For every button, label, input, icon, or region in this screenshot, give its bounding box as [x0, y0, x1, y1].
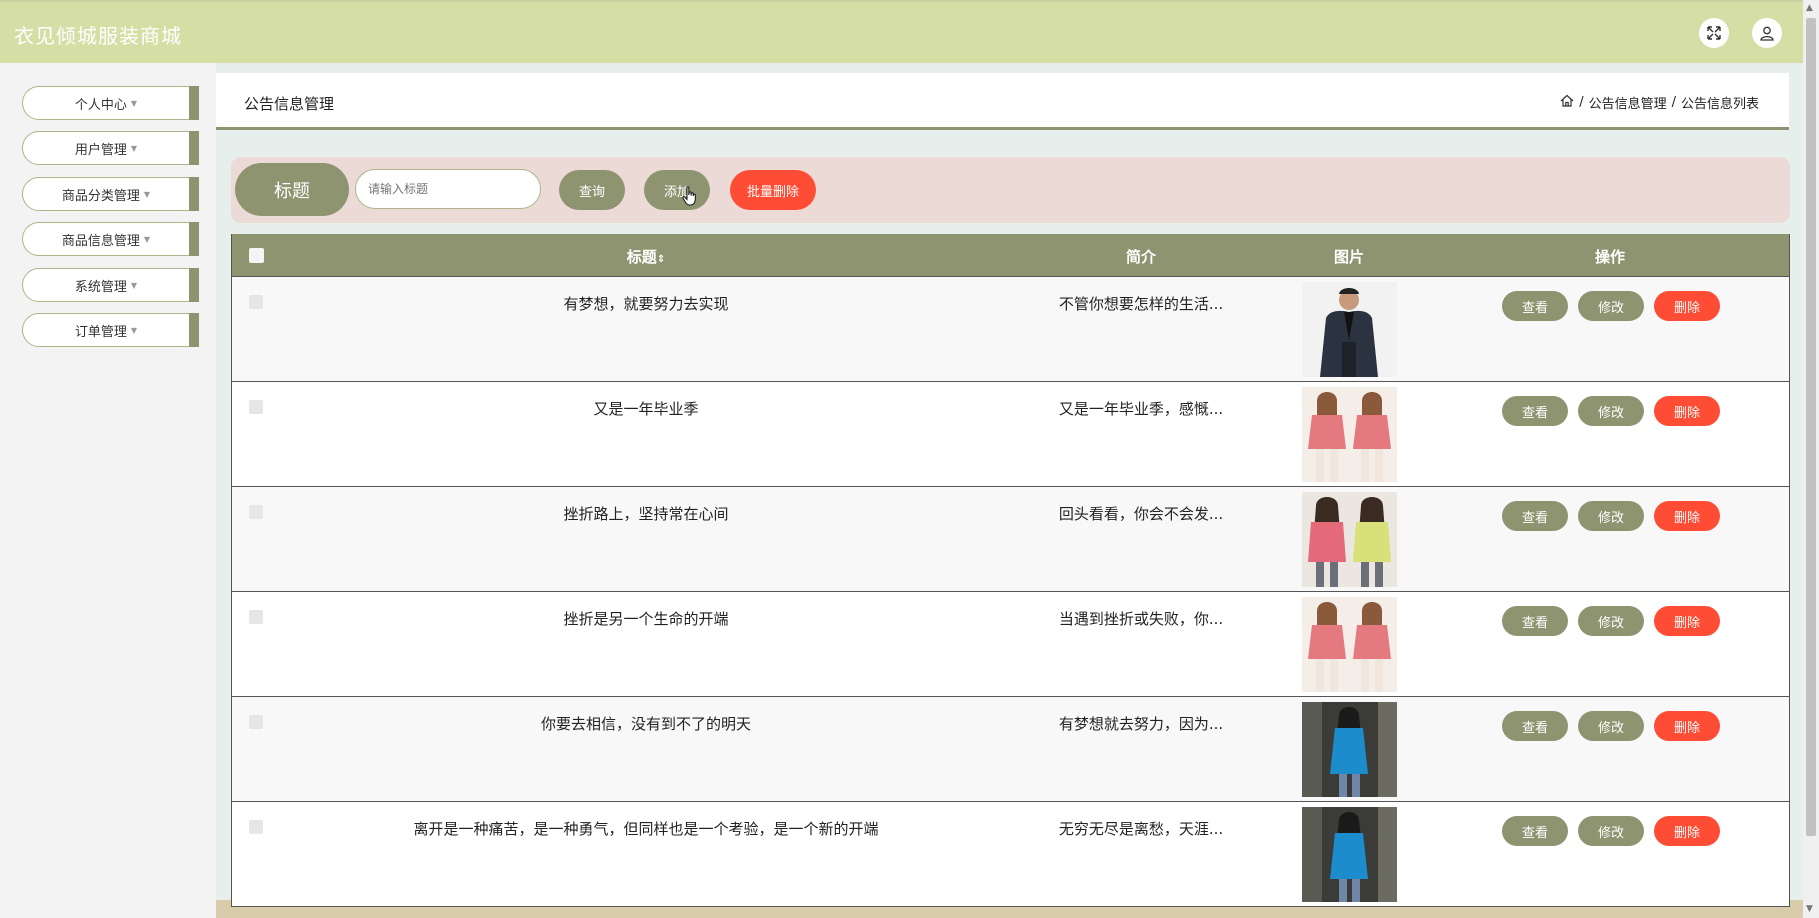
view-button[interactable]: 查看	[1502, 816, 1568, 846]
row-image-two-women-pink-yellow[interactable]	[1302, 492, 1397, 587]
row-intro: 有梦想就去努力，因为...	[1058, 715, 1224, 733]
user-icon[interactable]	[1752, 18, 1782, 48]
edit-button[interactable]: 修改	[1578, 291, 1644, 321]
row-image-two-women-pink[interactable]	[1302, 387, 1397, 482]
breadcrumb-item-announcement-list: 公告信息列表	[1680, 97, 1759, 112]
breadcrumb-separator: /	[1671, 95, 1676, 110]
row-image-woman-blue-dress[interactable]	[1302, 702, 1397, 797]
row-image-woman-blue-dress[interactable]	[1302, 807, 1397, 902]
delete-button[interactable]: 删除	[1654, 396, 1720, 426]
fullscreen-icon[interactable]	[1699, 18, 1729, 48]
row-intro: 又是一年毕业季，感慨...	[1058, 400, 1224, 418]
view-button[interactable]: 查看	[1502, 606, 1568, 636]
view-button[interactable]: 查看	[1502, 291, 1568, 321]
column-header-actions: 操作	[1594, 248, 1626, 266]
edit-button[interactable]: 修改	[1578, 711, 1644, 741]
table-row: 又是一年毕业季 又是一年毕业季，感慨... 查看 修改 删除	[232, 381, 1789, 486]
sidebar-item-label: 商品信息管理	[61, 233, 140, 249]
announcement-table: 标题⇕ 简介 图片 操作 有梦想，就要努力去实现 不管你想要怎样的生活... 查…	[231, 234, 1790, 907]
delete-button[interactable]: 删除	[1654, 291, 1720, 321]
breadcrumb-item-announcement-management[interactable]: 公告信息管理	[1589, 93, 1667, 112]
caret-down-icon: ▼	[143, 234, 151, 244]
title-search-input[interactable]	[355, 169, 541, 209]
row-checkbox[interactable]	[249, 610, 263, 624]
sidebar-item-order-management[interactable]: 订单管理 ▼	[22, 313, 199, 347]
scroll-down-icon[interactable]: ▼	[1806, 904, 1813, 914]
delete-button[interactable]: 删除	[1654, 501, 1720, 531]
vertical-scrollbar[interactable]: ▲ ▼	[1803, 0, 1819, 918]
caret-down-icon: ▼	[143, 189, 151, 199]
edit-button[interactable]: 修改	[1578, 816, 1644, 846]
view-button[interactable]: 查看	[1502, 396, 1568, 426]
row-checkbox[interactable]	[249, 820, 263, 834]
batch-delete-button[interactable]: 批量删除	[730, 170, 816, 210]
row-checkbox[interactable]	[249, 295, 263, 309]
row-intro: 当遇到挫折或失败，你...	[1058, 610, 1224, 628]
caret-down-icon: ▼	[130, 98, 138, 108]
caret-down-icon: ▼	[130, 280, 138, 290]
table-row: 挫折路上，坚持常在心间 回头看看，你会不会发... 查看 修改 删除	[232, 486, 1789, 591]
edit-button[interactable]: 修改	[1578, 501, 1644, 531]
table-row: 离开是一种痛苦，是一种勇气，但同样也是一个考验，是一个新的开端 无穷无尽是离愁，…	[232, 801, 1789, 906]
column-header-intro: 简介	[1125, 248, 1157, 266]
view-button[interactable]: 查看	[1502, 501, 1568, 531]
sidebar-item-user-management[interactable]: 用户管理 ▼	[22, 131, 199, 165]
home-icon[interactable]	[1560, 94, 1574, 111]
search-bar: 标题 查询 添加 批量删除	[231, 157, 1790, 223]
sidebar: 个人中心 ▼ 用户管理 ▼ 商品分类管理 ▼ 商品信息管理 ▼ 系统管理 ▼ 订单管理 ▼	[0, 63, 216, 918]
app-title: 衣见倾城服装商城	[14, 24, 182, 48]
row-intro: 无穷无尽是离愁，天涯...	[1058, 820, 1224, 838]
edit-button[interactable]: 修改	[1578, 396, 1644, 426]
row-checkbox[interactable]	[249, 400, 263, 414]
table-header: 标题⇕ 简介 图片 操作	[232, 234, 1789, 276]
row-title: 挫折路上，坚持常在心间	[563, 505, 729, 523]
sidebar-item-personal-center[interactable]: 个人中心 ▼	[22, 86, 199, 120]
caret-down-icon: ▼	[130, 143, 138, 153]
row-intro: 不管你想要怎样的生活...	[1058, 295, 1224, 313]
delete-button[interactable]: 删除	[1654, 711, 1720, 741]
sidebar-item-label: 系统管理	[74, 279, 127, 295]
sidebar-item-label: 用户管理	[74, 142, 127, 158]
row-image-man-dark-jacket[interactable]	[1302, 282, 1397, 377]
row-image-two-women-pink[interactable]	[1302, 597, 1397, 692]
row-title: 离开是一种痛苦，是一种勇气，但同样也是一个考验，是一个新的开端	[413, 820, 879, 838]
row-title: 你要去相信，没有到不了的明天	[540, 715, 752, 733]
sidebar-item-category-management[interactable]: 商品分类管理 ▼	[22, 177, 199, 211]
search-label: 标题	[235, 163, 349, 216]
sidebar-item-label: 个人中心	[74, 97, 127, 113]
sort-icon[interactable]: ⇕	[657, 254, 665, 265]
sidebar-item-label: 商品分类管理	[61, 188, 140, 204]
page-header: 公告信息管理 / 公告信息管理 / 公告信息列表	[216, 73, 1789, 130]
row-checkbox[interactable]	[249, 505, 263, 519]
scroll-up-icon[interactable]: ▲	[1806, 3, 1813, 13]
column-header-image: 图片	[1333, 248, 1365, 266]
row-title: 挫折是另一个生命的开端	[563, 610, 729, 628]
delete-button[interactable]: 删除	[1654, 816, 1720, 846]
column-header-title[interactable]: 标题⇕	[627, 246, 665, 267]
view-button[interactable]: 查看	[1502, 711, 1568, 741]
table-row: 你要去相信，没有到不了的明天 有梦想就去努力，因为... 查看 修改 删除	[232, 696, 1789, 801]
edit-button[interactable]: 修改	[1578, 606, 1644, 636]
hand-pointer-icon	[682, 186, 698, 210]
top-bar: 衣见倾城服装商城	[0, 0, 1803, 63]
add-button[interactable]: 添加	[644, 170, 710, 210]
table-row: 挫折是另一个生命的开端 当遇到挫折或失败，你... 查看 修改 删除	[232, 591, 1789, 696]
sidebar-item-product-management[interactable]: 商品信息管理 ▼	[22, 222, 199, 256]
table-row: 有梦想，就要努力去实现 不管你想要怎样的生活... 查看 修改 删除	[232, 276, 1789, 381]
scrollbar-thumb[interactable]	[1806, 18, 1816, 836]
query-button[interactable]: 查询	[559, 170, 625, 210]
row-checkbox[interactable]	[249, 715, 263, 729]
row-title: 又是一年毕业季	[593, 400, 699, 418]
select-all-checkbox[interactable]	[249, 248, 264, 263]
breadcrumb: / 公告信息管理 / 公告信息列表	[1560, 93, 1759, 112]
page-title: 公告信息管理	[244, 95, 335, 113]
breadcrumb-separator: /	[1579, 95, 1584, 110]
caret-down-icon: ▼	[130, 325, 138, 335]
sidebar-item-label: 订单管理	[74, 324, 127, 340]
row-title: 有梦想，就要努力去实现	[563, 295, 729, 313]
delete-button[interactable]: 删除	[1654, 606, 1720, 636]
sidebar-item-system-management[interactable]: 系统管理 ▼	[22, 268, 199, 302]
row-intro: 回头看看，你会不会发...	[1058, 505, 1224, 523]
